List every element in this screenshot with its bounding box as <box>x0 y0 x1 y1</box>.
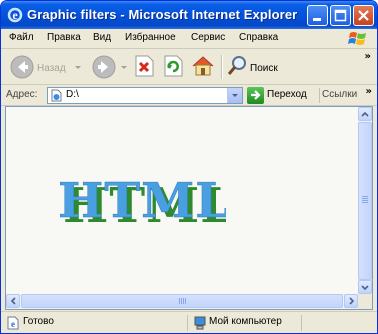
horizontal-scroll-thumb[interactable] <box>21 294 343 308</box>
menu-favorites[interactable]: Избранное <box>125 32 176 43</box>
scroll-up-button[interactable] <box>358 107 372 121</box>
svg-text:e: e <box>11 319 15 329</box>
page-status-icon: e <box>7 316 19 330</box>
back-label: Назад <box>37 63 66 74</box>
scroll-corner <box>358 294 372 309</box>
links-chevron-icon[interactable]: » <box>366 86 372 97</box>
computer-icon <box>194 316 206 330</box>
links-label[interactable]: Ссылки <box>322 89 357 100</box>
go-label: Переход <box>267 89 307 100</box>
arrow-right-icon <box>349 297 355 305</box>
maximize-icon <box>334 9 347 22</box>
status-zone: Мой компьютер <box>209 316 282 327</box>
vertical-scroll-thumb[interactable] <box>358 122 372 280</box>
arrow-left-icon <box>10 297 16 305</box>
back-arrow-icon <box>10 55 34 79</box>
svg-text:e: e <box>12 8 18 22</box>
address-dropdown-button[interactable] <box>227 88 242 103</box>
status-bar: e Готово Мой компьютер <box>1 311 377 333</box>
scroll-left-button[interactable] <box>6 294 20 308</box>
menu-help[interactable]: Справка <box>239 32 278 43</box>
address-value: D:\ <box>66 89 79 100</box>
home-button[interactable] <box>191 52 217 82</box>
stop-icon <box>135 55 154 77</box>
arrow-up-icon <box>361 111 369 117</box>
maximize-button[interactable] <box>330 5 351 26</box>
go-arrow-icon <box>247 87 264 104</box>
forward-arrow-icon <box>92 55 116 79</box>
menu-tools[interactable]: Сервис <box>191 32 225 43</box>
window-title: Graphic filters - Microsoft Internet Exp… <box>27 7 298 22</box>
toolbar: Назад Поиск » <box>1 49 377 85</box>
forward-button[interactable] <box>91 52 127 82</box>
minimize-button[interactable] <box>307 5 328 26</box>
address-input[interactable]: D:\ <box>47 87 243 104</box>
web-page[interactable]: HTML HTML <box>6 107 359 294</box>
toolbar-chevron-icon[interactable]: » <box>365 51 371 62</box>
home-icon <box>192 56 214 76</box>
menu-file[interactable]: Файл <box>9 32 34 43</box>
refresh-icon <box>164 55 183 77</box>
refresh-button[interactable] <box>162 52 186 82</box>
html-text: HTML <box>58 177 226 227</box>
ie-icon: e <box>7 7 23 23</box>
page-icon <box>51 89 62 102</box>
status-text: Готово <box>23 316 54 327</box>
close-button[interactable] <box>353 5 374 26</box>
minimize-icon <box>313 18 321 21</box>
address-bar: Адрес: D:\ Переход Ссылки » <box>1 85 377 106</box>
windows-logo-icon <box>348 32 366 45</box>
browser-window: e Graphic filters - Microsoft Internet E… <box>0 0 378 334</box>
back-button[interactable]: Назад <box>9 52 81 82</box>
go-button[interactable]: Переход <box>247 87 317 104</box>
content-area: HTML HTML <box>5 106 373 310</box>
search-label: Поиск <box>250 63 278 74</box>
horizontal-scrollbar[interactable] <box>6 294 359 309</box>
search-button[interactable]: Поиск <box>226 52 282 82</box>
title-bar[interactable]: e Graphic filters - Microsoft Internet E… <box>1 1 377 29</box>
arrow-down-icon <box>361 285 369 291</box>
vertical-scrollbar[interactable] <box>358 107 372 294</box>
close-icon <box>358 10 369 21</box>
html-filtered-text: HTML HTML <box>58 177 226 227</box>
menu-edit[interactable]: Правка <box>47 32 81 43</box>
stop-button[interactable] <box>133 52 157 82</box>
scroll-down-button[interactable] <box>358 280 372 294</box>
address-label: Адрес: <box>6 89 38 100</box>
menu-view[interactable]: Вид <box>93 32 111 43</box>
scroll-right-button[interactable] <box>344 294 358 308</box>
menu-bar: Файл Правка Вид Избранное Сервис Справка <box>1 29 377 49</box>
search-icon <box>227 56 246 75</box>
